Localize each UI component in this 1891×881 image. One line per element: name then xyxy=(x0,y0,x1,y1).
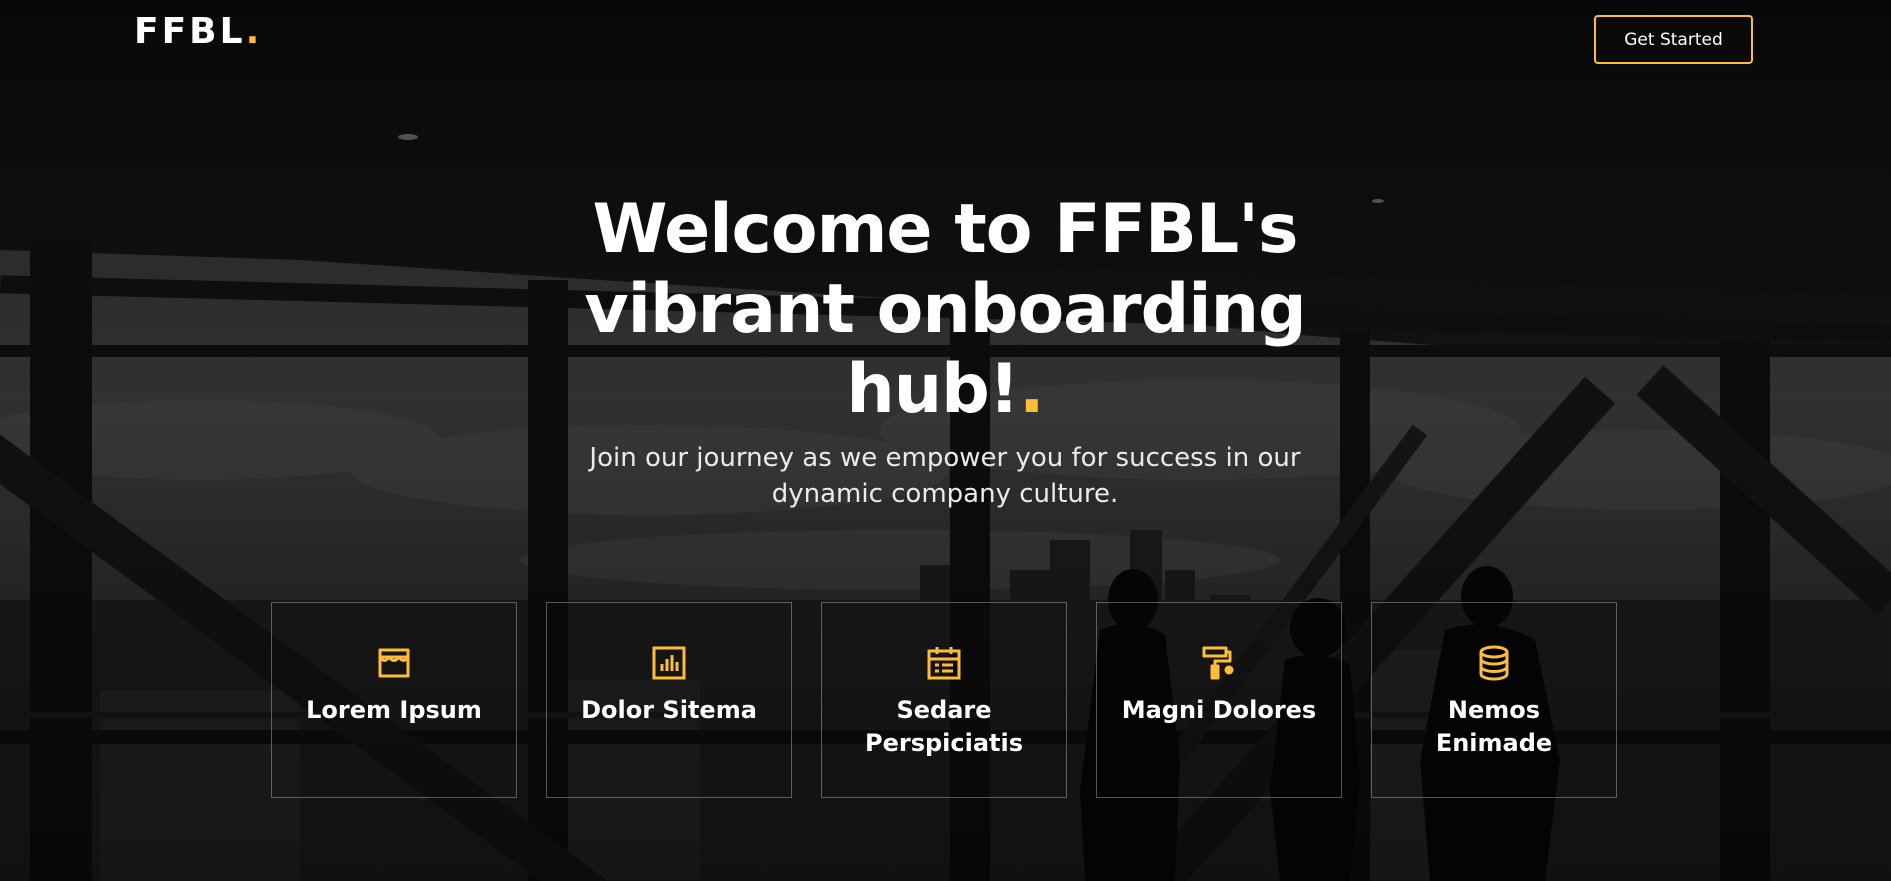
site-header: FFBL. Get Started xyxy=(0,0,1891,80)
logo-dot: . xyxy=(245,11,263,52)
logo-text: FFBL xyxy=(134,11,246,52)
bar-chart-icon xyxy=(650,644,688,682)
feature-boxes: Lorem Ipsum Dolor Sitema Sedare Perspici… xyxy=(271,602,1617,798)
feature-box-nemos-enimade[interactable]: Nemos Enimade xyxy=(1371,602,1617,798)
feature-box-dolor-sitema[interactable]: Dolor Sitema xyxy=(546,602,792,798)
hero-title-line-1: Welcome to FFBL's xyxy=(592,190,1299,269)
feature-box-lorem-ipsum[interactable]: Lorem Ipsum xyxy=(271,602,517,798)
feature-label: Magni Dolores xyxy=(1121,696,1317,724)
store-icon xyxy=(375,644,413,682)
feature-box-sedare-perspiciatis[interactable]: Sedare Perspiciatis xyxy=(821,602,1067,798)
hero-title-dot: . xyxy=(1018,350,1045,429)
landing-page: FFBL. Get Started Welcome to FFBL's vibr… xyxy=(0,0,1891,881)
hero-title: Welcome to FFBL's vibrant onboarding hub… xyxy=(520,190,1370,430)
feature-label: Sedare Perspiciatis xyxy=(864,696,1024,757)
hero-subtitle: Join our journey as we empower you for s… xyxy=(589,443,1301,509)
hero-title-line-3: hub! xyxy=(846,350,1020,429)
feature-label: Dolor Sitema xyxy=(581,696,757,724)
database-icon xyxy=(1475,644,1513,682)
feature-label: Nemos Enimade xyxy=(1435,696,1553,757)
get-started-label: Get Started xyxy=(1624,29,1723,50)
feature-label: Lorem Ipsum xyxy=(306,696,482,724)
calendar-icon xyxy=(925,644,963,682)
get-started-button[interactable]: Get Started xyxy=(1594,15,1753,64)
feature-box-magni-dolores[interactable]: Magni Dolores xyxy=(1096,602,1342,798)
paint-roller-icon xyxy=(1200,644,1238,682)
hero-title-line-2: vibrant onboarding xyxy=(584,270,1306,349)
logo[interactable]: FFBL. xyxy=(134,14,262,50)
